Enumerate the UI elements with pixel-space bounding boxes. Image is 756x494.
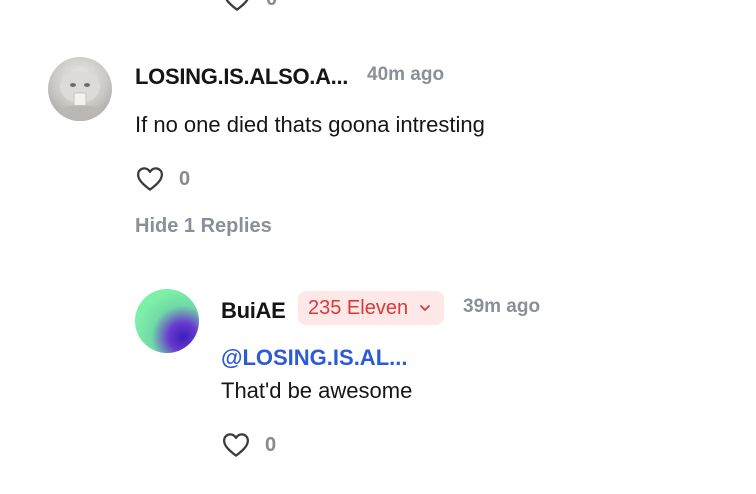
avatar[interactable] [48, 57, 112, 121]
hide-replies-button[interactable]: Hide 1 Replies [135, 215, 272, 238]
like-count: 0 [179, 167, 191, 190]
heart-icon[interactable] [222, 0, 252, 14]
reply-timestamp: 39m ago [463, 296, 541, 317]
chevron-down-icon [408, 301, 432, 315]
heart-icon[interactable] [135, 164, 165, 194]
comment-thread: 0 LOSING.IS.ALSO.A... 40m ago If no one … [0, 0, 756, 494]
reply-avatar[interactable] [135, 289, 199, 353]
like-count: 0 [266, 0, 277, 11]
reply-username[interactable]: BuiAE [221, 298, 286, 324]
reply-text: That'd be awesome [221, 378, 413, 403]
reply-mention-link[interactable]: @LOSING.IS.AL... [221, 345, 407, 371]
badge-label: 235 Eleven [308, 296, 409, 319]
heart-icon[interactable] [221, 430, 251, 460]
comment-like-row: 0 [135, 164, 190, 194]
reply-fan-badge[interactable]: 235 Eleven [298, 291, 445, 325]
comment-text: If no one died thats goona intresting [135, 112, 485, 137]
like-count: 0 [265, 433, 277, 456]
reply-like-row: 0 [221, 430, 276, 460]
comment-timestamp: 40m ago [367, 64, 445, 85]
previous-comment-like-row: 0 [222, 0, 277, 14]
comment-username[interactable]: LOSING.IS.ALSO.A... [135, 64, 348, 90]
